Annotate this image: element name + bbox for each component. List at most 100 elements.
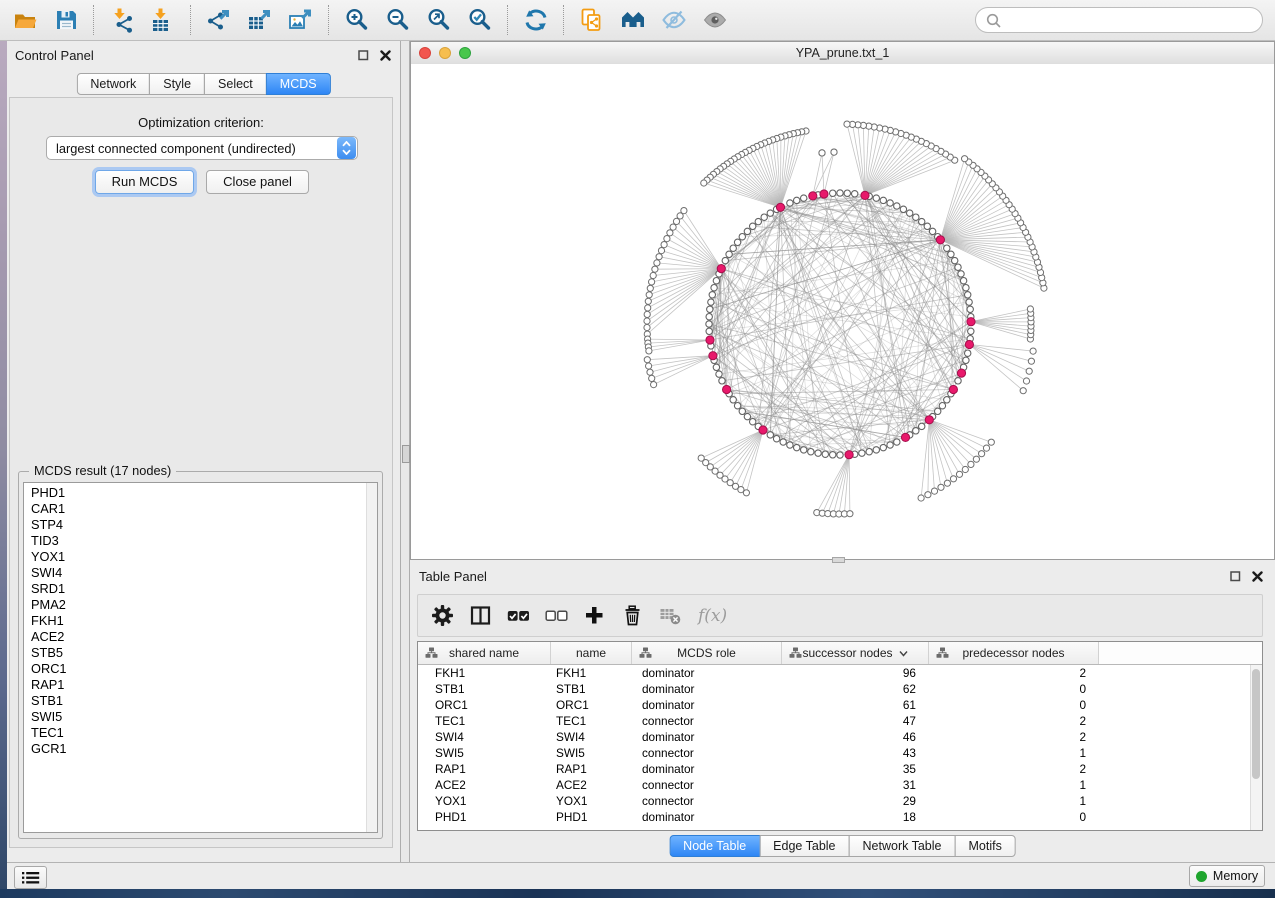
tab-network-table[interactable]: Network Table	[849, 835, 956, 857]
table-cell: connector	[632, 746, 782, 760]
columns-icon[interactable]	[469, 604, 492, 627]
save-session-button[interactable]	[45, 3, 86, 37]
float-panel-icon[interactable]	[358, 50, 369, 61]
table-row[interactable]: FKH1FKH1dominator962	[418, 665, 1262, 681]
zoom-in-button[interactable]	[336, 3, 377, 37]
export-network-button[interactable]	[198, 3, 239, 37]
mcds-result-item[interactable]: ORC1	[31, 661, 377, 677]
first-neighbors-button[interactable]	[612, 3, 653, 37]
mcds-result-item[interactable]: SRD1	[31, 581, 377, 597]
search-input[interactable]	[1007, 12, 1252, 29]
table-cell: SWI4	[551, 730, 632, 744]
task-monitor-button[interactable]	[14, 866, 47, 889]
tab-select[interactable]: Select	[204, 73, 267, 95]
deselect-all-icon[interactable]	[545, 609, 568, 623]
save-floppy-icon	[53, 7, 79, 33]
mcds-result-item[interactable]: GCR1	[31, 741, 377, 757]
table-scrollbar-thumb[interactable]	[1252, 669, 1260, 779]
table-row[interactable]: STB1STB1dominator620	[418, 681, 1262, 697]
export-image-button[interactable]	[280, 3, 321, 37]
float-panel-icon[interactable]	[1230, 571, 1241, 582]
table-row[interactable]: SWI5SWI5connector431	[418, 745, 1262, 761]
vertical-splitter[interactable]	[400, 41, 410, 862]
refresh-view-button[interactable]	[515, 3, 556, 37]
mcds-result-item[interactable]: ACE2	[31, 629, 377, 645]
delete-table-icon[interactable]	[659, 604, 682, 627]
mcds-result-item[interactable]: TID3	[31, 533, 377, 549]
table-row[interactable]: ORC1ORC1dominator610	[418, 697, 1262, 713]
mcds-result-item[interactable]: PHD1	[31, 485, 377, 501]
run-mcds-button[interactable]: Run MCDS	[95, 170, 194, 194]
hide-selected-button[interactable]	[653, 3, 694, 37]
settings-gear-icon[interactable]	[431, 604, 454, 627]
table-row[interactable]: RAP1RAP1dominator352	[418, 761, 1262, 777]
network-canvas[interactable]	[411, 64, 1274, 559]
table-row[interactable]: YOX1YOX1connector291	[418, 793, 1262, 809]
mcds-result-item[interactable]: STP4	[31, 517, 377, 533]
function-builder-icon[interactable]: f(x)	[697, 604, 733, 627]
delete-column-icon[interactable]	[621, 604, 644, 627]
mcds-result-item[interactable]: FKH1	[31, 613, 377, 629]
mcds-result-item[interactable]: STB5	[31, 645, 377, 661]
table-row[interactable]: SWI4SWI4dominator462	[418, 729, 1262, 745]
table-panel-title: Table Panel	[419, 569, 487, 584]
table-cell: PHD1	[551, 810, 632, 824]
open-folder-icon	[12, 7, 38, 33]
column-label: predecessor nodes	[962, 646, 1064, 660]
column-header-name[interactable]: name	[551, 642, 632, 664]
table-row[interactable]: TEC1TEC1connector472	[418, 713, 1262, 729]
column-header-successor-nodes[interactable]: successor nodes	[782, 642, 929, 664]
table-cell: 18	[782, 810, 929, 824]
eye-slash-icon	[661, 7, 687, 33]
show-all-button[interactable]	[694, 3, 735, 37]
table-cell: 0	[929, 810, 1099, 824]
table-panel-tabs: Node TableEdge TableNetwork TableMotifs	[669, 835, 1016, 857]
column-header-shared-name[interactable]: shared name	[418, 642, 551, 664]
import-network-button[interactable]	[101, 3, 142, 37]
mcds-result-item[interactable]: CAR1	[31, 501, 377, 517]
network-window-titlebar[interactable]: YPA_prune.txt_1	[411, 42, 1274, 65]
column-type-icon	[639, 647, 652, 662]
table-cell: dominator	[632, 762, 782, 776]
zoom-fit-button[interactable]	[418, 3, 459, 37]
table-cell: SWI5	[551, 746, 632, 760]
column-header-MCDS-role[interactable]: MCDS role	[632, 642, 782, 664]
column-label: shared name	[449, 646, 519, 660]
tab-motifs[interactable]: Motifs	[954, 835, 1015, 857]
vertical-splitter-handle[interactable]	[402, 445, 410, 463]
column-header-filler	[1099, 642, 1262, 664]
export-table-button[interactable]	[239, 3, 280, 37]
copy-style-button[interactable]	[571, 3, 612, 37]
tab-node-table[interactable]: Node Table	[669, 835, 760, 857]
close-panel-icon[interactable]	[380, 50, 391, 61]
search-field[interactable]	[975, 7, 1263, 33]
optimization-criterion-select[interactable]: largest connected component (undirected)	[46, 136, 358, 160]
control-panel-tabs: NetworkStyleSelectMCDS	[76, 73, 330, 95]
close-panel-button[interactable]: Close panel	[206, 170, 309, 194]
mcds-result-item[interactable]: STB1	[31, 693, 377, 709]
mcds-result-scrollbar[interactable]	[366, 483, 377, 832]
memory-button[interactable]: Memory	[1189, 865, 1265, 887]
table-row[interactable]: PHD1PHD1dominator180	[418, 809, 1262, 825]
table-cell: 31	[782, 778, 929, 792]
mcds-result-item[interactable]: YOX1	[31, 549, 377, 565]
mcds-result-item[interactable]: SWI5	[31, 709, 377, 725]
tab-network[interactable]: Network	[76, 73, 150, 95]
open-file-button[interactable]	[4, 3, 45, 37]
tab-mcds[interactable]: MCDS	[266, 73, 331, 95]
select-all-icon[interactable]	[507, 609, 530, 623]
close-panel-icon[interactable]	[1252, 571, 1263, 582]
tab-style[interactable]: Style	[149, 73, 205, 95]
mcds-result-item[interactable]: TEC1	[31, 725, 377, 741]
column-header-predecessor-nodes[interactable]: predecessor nodes	[929, 642, 1099, 664]
add-column-icon[interactable]	[583, 604, 606, 627]
tab-edge-table[interactable]: Edge Table	[759, 835, 849, 857]
mcds-result-item[interactable]: SWI4	[31, 565, 377, 581]
zoom-out-button[interactable]	[377, 3, 418, 37]
zoom-selected-button[interactable]	[459, 3, 500, 37]
table-scrollbar[interactable]	[1250, 665, 1262, 830]
table-row[interactable]: ACE2ACE2connector311	[418, 777, 1262, 793]
import-table-button[interactable]	[142, 3, 183, 37]
mcds-result-item[interactable]: RAP1	[31, 677, 377, 693]
mcds-result-item[interactable]: PMA2	[31, 597, 377, 613]
